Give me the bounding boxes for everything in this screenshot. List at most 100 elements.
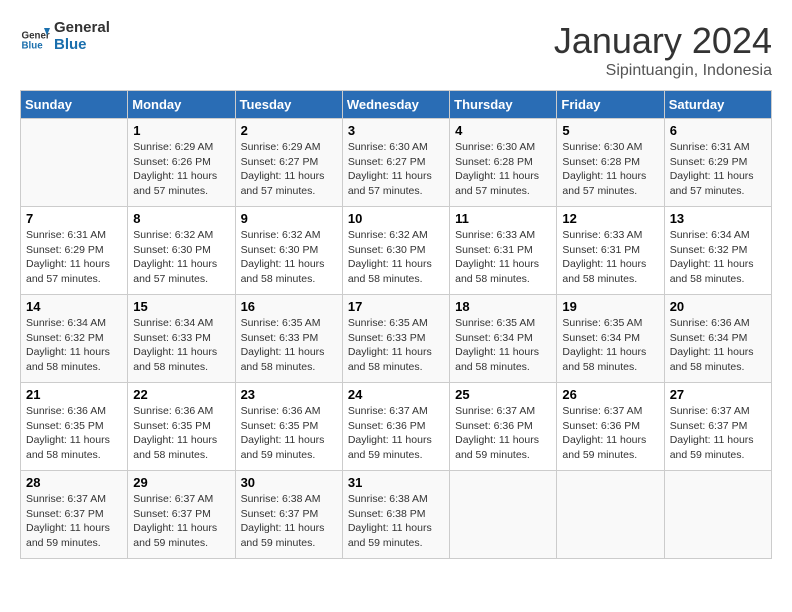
day-number: 27 — [670, 387, 766, 402]
calendar-cell: 8 Sunrise: 6:32 AMSunset: 6:30 PMDaylight… — [128, 207, 235, 295]
title-block: January 2024 Sipintuangin, Indonesia — [554, 20, 772, 80]
logo-icon: General Blue — [20, 22, 50, 52]
day-info: Sunrise: 6:36 AMSunset: 6:34 PMDaylight:… — [670, 316, 766, 375]
day-header-sunday: Sunday — [21, 91, 128, 119]
day-info: Sunrise: 6:36 AMSunset: 6:35 PMDaylight:… — [26, 404, 122, 463]
day-number: 13 — [670, 211, 766, 226]
calendar-body: 1 Sunrise: 6:29 AMSunset: 6:26 PMDaylight… — [21, 119, 772, 559]
day-number: 2 — [241, 123, 337, 138]
calendar-cell: 5 Sunrise: 6:30 AMSunset: 6:28 PMDaylight… — [557, 119, 664, 207]
day-info: Sunrise: 6:35 AMSunset: 6:33 PMDaylight:… — [348, 316, 444, 375]
day-info: Sunrise: 6:34 AMSunset: 6:32 PMDaylight:… — [26, 316, 122, 375]
day-number: 22 — [133, 387, 229, 402]
day-number: 14 — [26, 299, 122, 314]
day-info: Sunrise: 6:30 AMSunset: 6:28 PMDaylight:… — [455, 140, 551, 199]
calendar-cell — [450, 471, 557, 559]
day-info: Sunrise: 6:37 AMSunset: 6:37 PMDaylight:… — [670, 404, 766, 463]
calendar-cell: 9Sunrise: 6:32 AMSunset: 6:30 PMDaylight… — [235, 207, 342, 295]
calendar-cell: 18Sunrise: 6:35 AMSunset: 6:34 PMDayligh… — [450, 295, 557, 383]
calendar-cell: 20 Sunrise: 6:36 AMSunset: 6:34 PMDayligh… — [664, 295, 771, 383]
calendar-cell: 28Sunrise: 6:37 AMSunset: 6:37 PMDayligh… — [21, 471, 128, 559]
calendar-cell: 4 Sunrise: 6:30 AMSunset: 6:28 PMDaylight… — [450, 119, 557, 207]
logo: General Blue General Blue — [20, 20, 110, 53]
day-info: Sunrise: 6:33 AMSunset: 6:31 PMDaylight:… — [562, 228, 658, 287]
day-number: 23 — [241, 387, 337, 402]
day-info: Sunrise: 6:35 AMSunset: 6:33 PMDaylight:… — [241, 316, 337, 375]
day-number: 17 — [348, 299, 444, 314]
day-number: 30 — [241, 475, 337, 490]
day-header-monday: Monday — [128, 91, 235, 119]
day-info: Sunrise: 6:30 AMSunset: 6:28 PMDaylight:… — [562, 140, 658, 199]
calendar-cell: 2 Sunrise: 6:29 AMSunset: 6:27 PMDaylight… — [235, 119, 342, 207]
day-info: Sunrise: 6:37 AMSunset: 6:36 PMDaylight:… — [455, 404, 551, 463]
day-info: Sunrise: 6:30 AMSunset: 6:27 PMDaylight:… — [348, 140, 444, 199]
calendar-cell — [664, 471, 771, 559]
calendar-cell: 14 Sunrise: 6:34 AMSunset: 6:32 PMDayligh… — [21, 295, 128, 383]
calendar-week-5: 28Sunrise: 6:37 AMSunset: 6:37 PMDayligh… — [21, 471, 772, 559]
day-info: Sunrise: 6:33 AMSunset: 6:31 PMDaylight:… — [455, 228, 551, 287]
day-number: 8 — [133, 211, 229, 226]
calendar-cell: 12 Sunrise: 6:33 AMSunset: 6:31 PMDayligh… — [557, 207, 664, 295]
calendar-cell: 7 Sunrise: 6:31 AMSunset: 6:29 PMDaylight… — [21, 207, 128, 295]
day-number: 10 — [348, 211, 444, 226]
day-info: Sunrise: 6:29 AMSunset: 6:26 PMDaylight:… — [133, 140, 229, 199]
calendar-cell: 31 Sunrise: 6:38 AMSunset: 6:38 PMDayligh… — [342, 471, 449, 559]
day-number: 19 — [562, 299, 658, 314]
day-info: Sunrise: 6:29 AMSunset: 6:27 PMDaylight:… — [241, 140, 337, 199]
calendar-cell: 19 Sunrise: 6:35 AMSunset: 6:34 PMDayligh… — [557, 295, 664, 383]
calendar-cell: 3 Sunrise: 6:30 AMSunset: 6:27 PMDaylight… — [342, 119, 449, 207]
day-number: 29 — [133, 475, 229, 490]
calendar-cell — [21, 119, 128, 207]
day-header-saturday: Saturday — [664, 91, 771, 119]
calendar-cell: 6 Sunrise: 6:31 AMSunset: 6:29 PMDaylight… — [664, 119, 771, 207]
day-header-tuesday: Tuesday — [235, 91, 342, 119]
day-number: 6 — [670, 123, 766, 138]
day-info: Sunrise: 6:32 AMSunset: 6:30 PMDaylight:… — [133, 228, 229, 287]
day-info: Sunrise: 6:34 AMSunset: 6:32 PMDaylight:… — [670, 228, 766, 287]
calendar-cell: 1 Sunrise: 6:29 AMSunset: 6:26 PMDaylight… — [128, 119, 235, 207]
logo-general: General — [54, 20, 110, 37]
day-number: 18 — [455, 299, 551, 314]
day-number: 7 — [26, 211, 122, 226]
day-header-friday: Friday — [557, 91, 664, 119]
day-number: 5 — [562, 123, 658, 138]
calendar-cell: 15 Sunrise: 6:34 AMSunset: 6:33 PMDayligh… — [128, 295, 235, 383]
calendar-cell: 27 Sunrise: 6:37 AMSunset: 6:37 PMDayligh… — [664, 383, 771, 471]
day-number: 4 — [455, 123, 551, 138]
calendar-cell: 16 Sunrise: 6:35 AMSunset: 6:33 PMDayligh… — [235, 295, 342, 383]
location: Sipintuangin, Indonesia — [554, 62, 772, 80]
day-info: Sunrise: 6:35 AMSunset: 6:34 PMDaylight:… — [562, 316, 658, 375]
day-info: Sunrise: 6:37 AMSunset: 6:36 PMDaylight:… — [348, 404, 444, 463]
svg-text:Blue: Blue — [22, 40, 44, 51]
day-info: Sunrise: 6:31 AMSunset: 6:29 PMDaylight:… — [670, 140, 766, 199]
day-info: Sunrise: 6:31 AMSunset: 6:29 PMDaylight:… — [26, 228, 122, 287]
calendar-cell: 26Sunrise: 6:37 AMSunset: 6:36 PMDayligh… — [557, 383, 664, 471]
day-number: 28 — [26, 475, 122, 490]
day-number: 12 — [562, 211, 658, 226]
day-number: 3 — [348, 123, 444, 138]
day-info: Sunrise: 6:37 AMSunset: 6:36 PMDaylight:… — [562, 404, 658, 463]
day-info: Sunrise: 6:36 AMSunset: 6:35 PMDaylight:… — [133, 404, 229, 463]
calendar-cell: 21 Sunrise: 6:36 AMSunset: 6:35 PMDayligh… — [21, 383, 128, 471]
day-number: 25 — [455, 387, 551, 402]
day-number: 9 — [241, 211, 337, 226]
day-info: Sunrise: 6:34 AMSunset: 6:33 PMDaylight:… — [133, 316, 229, 375]
calendar-week-2: 7 Sunrise: 6:31 AMSunset: 6:29 PMDaylight… — [21, 207, 772, 295]
calendar-week-3: 14 Sunrise: 6:34 AMSunset: 6:32 PMDayligh… — [21, 295, 772, 383]
calendar-cell: 25 Sunrise: 6:37 AMSunset: 6:36 PMDayligh… — [450, 383, 557, 471]
day-number: 20 — [670, 299, 766, 314]
calendar-header-row: SundayMondayTuesdayWednesdayThursdayFrid… — [21, 91, 772, 119]
day-number: 1 — [133, 123, 229, 138]
day-number: 21 — [26, 387, 122, 402]
day-info: Sunrise: 6:32 AMSunset: 6:30 PMDaylight:… — [348, 228, 444, 287]
day-number: 15 — [133, 299, 229, 314]
day-info: Sunrise: 6:38 AMSunset: 6:37 PMDaylight:… — [241, 492, 337, 551]
calendar-cell: 24Sunrise: 6:37 AMSunset: 6:36 PMDayligh… — [342, 383, 449, 471]
day-number: 31 — [348, 475, 444, 490]
day-number: 11 — [455, 211, 551, 226]
day-number: 16 — [241, 299, 337, 314]
calendar-cell: 29Sunrise: 6:37 AMSunset: 6:37 PMDayligh… — [128, 471, 235, 559]
day-info: Sunrise: 6:36 AMSunset: 6:35 PMDaylight:… — [241, 404, 337, 463]
day-info: Sunrise: 6:38 AMSunset: 6:38 PMDaylight:… — [348, 492, 444, 551]
calendar-cell: 23 Sunrise: 6:36 AMSunset: 6:35 PMDayligh… — [235, 383, 342, 471]
